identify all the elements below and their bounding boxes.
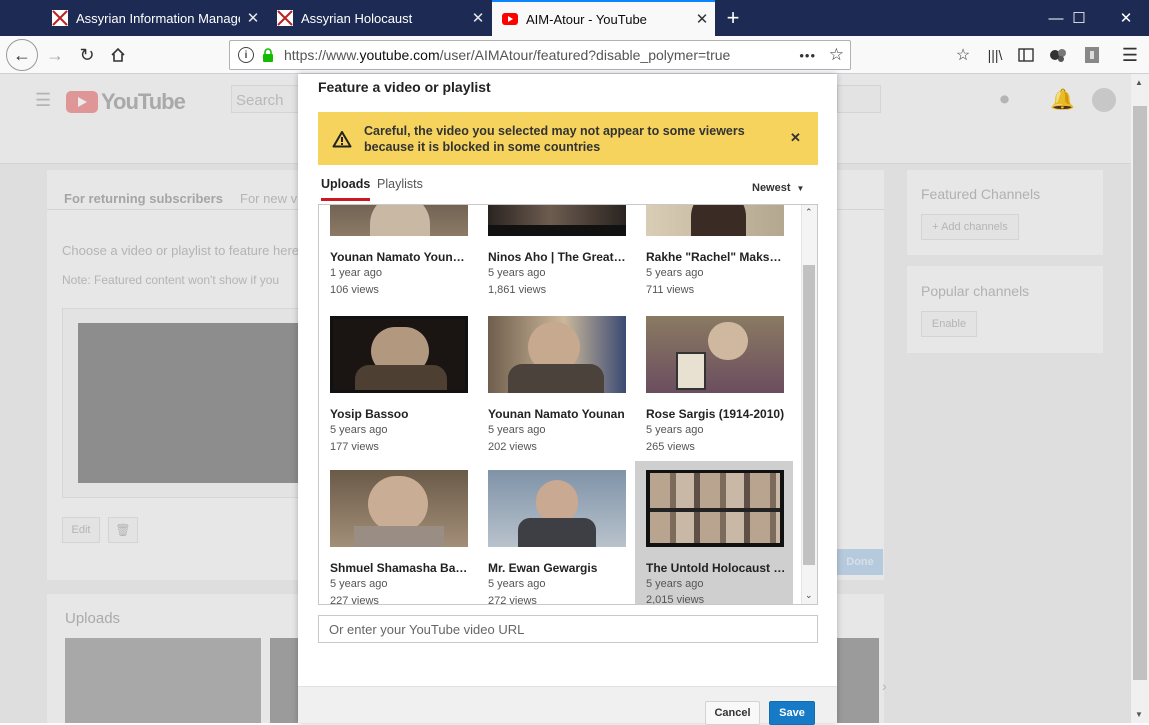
sidebar-icon[interactable] [1014,41,1038,69]
new-tab-button[interactable]: + [720,4,746,32]
scroll-down-icon[interactable]: ▼ [1135,710,1143,719]
video-title: Rose Sargis (1914-2010) [646,407,785,421]
video-age: 5 years ago [488,578,546,590]
dismiss-warning-icon[interactable]: ✕ [790,130,801,146]
video-thumbnail [646,205,784,236]
video-card[interactable]: Shmuel Shamasha Bab... 5 years ago 227 v… [319,470,477,605]
forward-arrow-icon[interactable]: → [42,41,68,69]
video-views: 202 views [488,441,537,453]
video-age: 5 years ago [488,267,546,279]
scroll-up-icon[interactable]: ▲ [1135,78,1143,87]
video-title: Mr. Ewan Gewargis [488,561,598,575]
video-age: 5 years ago [330,424,388,436]
video-thumbnail [488,205,626,236]
maximize-window-icon[interactable]: ☐ [1056,0,1102,36]
video-card[interactable]: Mr. Ewan Gewargis 5 years ago 272 views [477,470,635,605]
video-title: Shmuel Shamasha Bab... [330,561,470,575]
warning-message: Careful, the video you selected may not … [364,123,745,154]
chevron-down-icon[interactable]: ⌄ [805,590,813,601]
tab-title: Assyrian Holocaust [301,10,413,26]
video-views: 711 views [646,284,695,296]
page-scrollbar-thumb[interactable] [1133,106,1147,680]
video-thumbnail [330,205,468,236]
video-card[interactable]: Younan Namato Younan 5 years ago 202 vie… [477,316,635,470]
video-title: Ninos Aho | The Great A... [488,250,628,264]
close-tab-icon[interactable]: ✕ [240,9,266,27]
video-url-input[interactable]: Or enter your YouTube video URL [318,615,818,643]
video-title: Younan Namato Younan [488,407,625,421]
save-button[interactable]: Save [769,701,815,725]
youtube-favicon-icon [502,13,518,25]
video-views: 106 views [330,284,379,296]
browser-tab-holocaust[interactable]: Assyrian Holocaust ✕ [267,0,491,36]
close-window-icon[interactable]: ✕ [1103,0,1149,36]
video-views: 177 views [330,441,379,453]
video-title: Yosip Bassoo [330,407,409,421]
back-arrow-icon[interactable]: ← [6,39,38,71]
tab-uploads[interactable]: Uploads [321,177,370,201]
video-views: 272 views [488,595,537,605]
tab-title: Assyrian Information Management [76,10,240,26]
site-favicon-icon [277,10,293,26]
video-views: 2,015 views [646,594,705,605]
chevron-down-icon: ▼ [796,183,805,193]
video-views: 1,861 views [488,284,547,296]
library-icon[interactable]: |||\ [983,41,1007,69]
video-card[interactable]: Rakhe "Rachel" Maksud ... 5 years ago 71… [635,205,793,313]
video-age: 5 years ago [646,578,704,590]
browser-tab-aim[interactable]: Assyrian Information Management ✕ [42,0,266,36]
video-thumbnail [488,316,626,393]
video-age: 5 years ago [646,424,704,436]
video-age: 5 years ago [330,578,388,590]
video-views: 265 views [646,441,695,453]
close-tab-icon[interactable]: ✕ [465,9,491,27]
site-favicon-icon [52,10,68,26]
video-card[interactable]: Rose Sargis (1914-2010) 5 years ago 265 … [635,316,793,470]
video-thumbnail [646,316,784,393]
page-actions-icon[interactable]: ••• [799,48,816,63]
video-title: The Untold Holocaust (... [646,561,786,575]
video-grid: Younan Namato Younan... 1 year ago 106 v… [318,204,818,605]
warning-banner: Careful, the video you selected may not … [318,112,818,165]
video-card[interactable]: Ninos Aho | The Great A... 5 years ago 1… [477,205,635,313]
video-title: Rakhe "Rachel" Maksud ... [646,250,786,264]
reload-icon[interactable]: ↻ [74,41,100,69]
bookmark-star-icon[interactable]: ☆ [829,45,844,65]
video-card[interactable]: Younan Namato Younan... 1 year ago 106 v… [319,205,477,313]
video-age: 5 years ago [488,424,546,436]
video-thumbnail [488,470,626,547]
info-icon[interactable]: i [238,47,254,63]
menu-hamburger-icon[interactable]: ☰ [1118,41,1142,69]
extension-badge-icon[interactable] [1080,41,1104,69]
video-age: 1 year ago [330,267,382,279]
video-card-selected[interactable]: The Untold Holocaust (... 5 years ago 2,… [635,461,793,605]
sort-label: Newest [752,182,791,194]
bookmarks-star-icon[interactable]: ☆ [951,41,975,69]
close-tab-icon[interactable]: ✕ [689,10,715,28]
tab-title: AIM-Atour - YouTube [526,11,647,27]
video-views: 227 views [330,595,379,605]
url-bar[interactable]: i https://www.youtube.com/user/AIMAtour/… [229,40,851,70]
video-card[interactable]: Yosip Bassoo 5 years ago 177 views [319,316,477,470]
video-age: 5 years ago [646,267,704,279]
video-thumbnail [646,470,784,547]
secure-lock-icon [263,48,273,62]
chevron-up-icon[interactable]: ⌃ [805,207,813,218]
url-text: https://www.youtube.com/user/AIMAtour/fe… [284,47,731,63]
browser-tab-youtube[interactable]: AIM-Atour - YouTube ✕ [492,0,715,36]
extension-icon[interactable] [1046,41,1070,69]
video-thumbnail [330,470,468,547]
cancel-button[interactable]: Cancel [705,701,760,725]
dialog-title: Feature a video or playlist [318,79,491,95]
video-title: Younan Namato Younan... [330,250,470,264]
warning-triangle-icon [332,130,352,147]
tab-playlists[interactable]: Playlists [377,177,423,191]
video-thumbnail [330,316,468,393]
home-icon[interactable] [105,41,131,69]
browser-tab-strip: Assyrian Information Management ✕ Assyri… [0,0,1149,36]
video-grid-scrollbar-thumb[interactable] [803,265,815,565]
sort-dropdown[interactable]: Newest ▼ [752,182,804,194]
